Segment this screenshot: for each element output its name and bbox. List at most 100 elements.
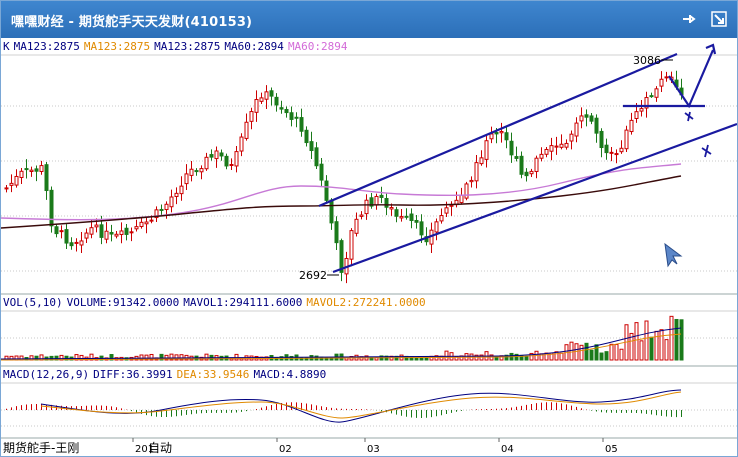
candle-body (119, 230, 124, 236)
candle-body (494, 131, 499, 135)
candle-body (624, 129, 629, 150)
forecast-arrowhead (705, 43, 717, 55)
candle-body (544, 148, 549, 155)
candle-body (159, 208, 164, 211)
candle-body (579, 115, 584, 122)
candle-body (634, 111, 639, 119)
volume-bar (644, 320, 649, 361)
pin-icon[interactable] (681, 11, 697, 27)
chart-window: 嘿嘿财经 - 期货舵手天天发财(410153) K MA123:2875 MA123… (0, 0, 738, 457)
candle-body (294, 116, 299, 119)
volume-bar (679, 319, 684, 361)
candle-body (474, 162, 479, 182)
volume-bar (589, 349, 594, 361)
volume-bar (614, 344, 619, 361)
candlestick-chart[interactable]: 3086 2692 201 02 03 04 05 期货舵手-王刚 自动 (1, 38, 737, 456)
candle-body (484, 140, 489, 160)
candle-body (139, 221, 144, 228)
chart-pane[interactable]: K MA123:2875 MA123:2875 MA123:2875 MA60:2894… (1, 38, 737, 456)
candle-body (124, 227, 129, 235)
candle-body (594, 117, 599, 134)
candle-body (654, 88, 659, 98)
x-axis: 201 02 03 04 05 (132, 438, 618, 455)
x-tick-label: 05 (605, 444, 618, 455)
candle-body (564, 142, 569, 148)
candle-body (79, 240, 84, 246)
ma-dark-line (1, 175, 682, 229)
x-tick-label: 02 (279, 444, 292, 455)
candle-body (39, 165, 44, 173)
candle-body (554, 145, 559, 148)
ma-purple-line (1, 163, 682, 221)
candle-body (314, 147, 319, 167)
candle-body (414, 219, 419, 223)
volume-bar (444, 350, 449, 361)
candle-body (514, 156, 519, 159)
candle-body (389, 207, 394, 210)
volume-bar (584, 342, 589, 361)
volume-bar (639, 340, 644, 361)
candle-body (309, 141, 314, 152)
candle-body (114, 233, 119, 237)
candle-body (9, 182, 14, 186)
trend-channel-drawing (318, 43, 737, 274)
candle-body (609, 151, 614, 154)
candle-body (214, 150, 219, 160)
candle-body (44, 164, 49, 192)
channel-upper-line (318, 52, 678, 208)
candle-body (164, 203, 169, 211)
candle-body (619, 147, 624, 153)
candle-body (469, 179, 474, 183)
cross-mark-2 (701, 144, 712, 158)
candle-body (319, 163, 324, 181)
title-bar: 嘿嘿财经 - 期货舵手天天发财(410153) (1, 1, 737, 38)
volume-bar (654, 330, 659, 361)
candle-body (64, 229, 69, 244)
candle-body (254, 99, 259, 113)
volume-bar (414, 357, 419, 361)
candle-body (534, 157, 539, 172)
candle-body (499, 130, 504, 134)
candle-body (194, 170, 199, 173)
volume-bar (659, 329, 664, 361)
candle-body (99, 224, 104, 238)
watermark-text: 期货舵手-王刚 (3, 440, 79, 455)
candle-body (264, 91, 269, 100)
cross-mark-1 (684, 111, 694, 122)
candle-body (444, 207, 449, 214)
candle-body (184, 173, 189, 185)
maximize-icon[interactable] (711, 11, 727, 27)
candle-body (489, 133, 494, 140)
channel-lower-line (332, 122, 737, 274)
candle-body (374, 195, 379, 206)
volume-bar (524, 355, 529, 361)
candle-body (549, 145, 554, 152)
candle-body (174, 192, 179, 197)
candle-body (274, 96, 279, 106)
candle-body (104, 230, 109, 240)
volume-bar (649, 336, 654, 361)
candle-body (584, 114, 589, 118)
candle-body (384, 197, 389, 208)
candle-body (324, 180, 329, 201)
candle-body (479, 157, 484, 165)
candle-body (404, 215, 409, 218)
candle-body (169, 196, 174, 208)
candle-body (249, 111, 254, 122)
macd-panel (6, 389, 682, 423)
volume-bar (599, 352, 604, 361)
candle-body (34, 168, 39, 172)
candle-body (569, 133, 574, 142)
diff-line (40, 389, 682, 423)
candle-body (659, 78, 664, 87)
candlesticks (4, 70, 684, 284)
candle-body (84, 232, 89, 239)
candle-body (239, 136, 244, 152)
candle-body (4, 187, 9, 190)
window-title: 嘿嘿财经 - 期货舵手天天发财(410153) (11, 15, 253, 30)
candle-body (419, 221, 424, 236)
volume-bar (634, 322, 639, 361)
candle-body (524, 171, 529, 177)
candle-body (129, 231, 134, 234)
candle-body (664, 76, 669, 79)
